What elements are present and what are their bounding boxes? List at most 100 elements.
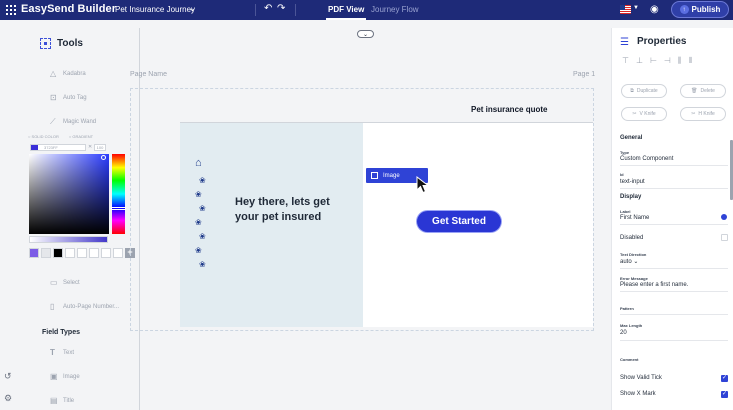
preview-eye-icon[interactable]: ◉ bbox=[650, 4, 659, 15]
show-x-mark-checkbox[interactable]: ✓ bbox=[721, 391, 728, 398]
tool-label: Magic Wand bbox=[63, 119, 97, 125]
color-swatch[interactable] bbox=[29, 248, 39, 258]
page-number-icon: ▯ bbox=[50, 302, 55, 311]
text-direction-select[interactable]: auto ⌄ bbox=[620, 258, 638, 265]
hex-input[interactable]: 3723FF bbox=[30, 144, 86, 151]
color-swatch[interactable] bbox=[113, 248, 123, 258]
color-swatch[interactable] bbox=[65, 248, 75, 258]
align-right-icon[interactable]: ⫴ bbox=[689, 56, 692, 66]
divider bbox=[620, 188, 728, 189]
tab-gradient[interactable]: GRADIENT bbox=[69, 134, 93, 139]
settings-gear-icon[interactable]: ⚙ bbox=[4, 393, 12, 404]
dragged-field-label: Image bbox=[383, 172, 400, 179]
chevron-down-icon[interactable]: ▼ bbox=[633, 5, 639, 11]
undo-icon[interactable]: ↶ bbox=[264, 3, 272, 14]
magic-wand-icon: ⟋ bbox=[50, 117, 56, 126]
tool-magic-wand[interactable]: ⟋ Magic Wand bbox=[50, 118, 96, 126]
collapse-toolbar-button[interactable]: ⌄ bbox=[357, 30, 374, 38]
color-swatch[interactable] bbox=[101, 248, 111, 258]
publish-label: Publish bbox=[691, 5, 721, 14]
copy-icon: ⧉ bbox=[630, 88, 634, 94]
field-type-image[interactable]: ▣ Image bbox=[50, 373, 80, 381]
align-left-icon[interactable]: ⊢ bbox=[650, 56, 657, 66]
button-label: H Knife bbox=[698, 111, 715, 117]
language-flag-icon[interactable] bbox=[620, 5, 631, 14]
tool-select[interactable]: ▭ Select bbox=[50, 279, 80, 287]
hue-slider[interactable] bbox=[112, 154, 125, 234]
hero-heading[interactable]: Hey there, lets get your pet insured bbox=[235, 195, 345, 225]
field-type-title[interactable]: ▤ Title bbox=[50, 397, 74, 405]
divider bbox=[620, 165, 728, 166]
color-swatch[interactable] bbox=[53, 248, 63, 258]
image-icon bbox=[371, 172, 378, 179]
field-type-text[interactable]: T Text bbox=[50, 349, 74, 357]
tool-label: Kadabra bbox=[63, 71, 86, 77]
tool-kadabra[interactable]: △ Kadabra bbox=[50, 70, 86, 78]
show-valid-tick-label: Show Valid Tick bbox=[620, 375, 662, 381]
disabled-checkbox[interactable] bbox=[721, 234, 728, 241]
saturation-value-picker[interactable] bbox=[29, 154, 109, 234]
delete-button[interactable]: 🗑 Delete bbox=[680, 84, 726, 98]
trash-icon: 🗑 bbox=[691, 88, 698, 94]
paw-icon: ❀ bbox=[199, 176, 206, 185]
journey-name[interactable]: Pet Insurance Journey bbox=[115, 5, 195, 14]
redo-icon[interactable]: ↷ bbox=[277, 3, 285, 14]
paw-icon: ❀ bbox=[199, 204, 206, 213]
max-length-input[interactable]: 20 bbox=[620, 330, 627, 336]
align-top-icon[interactable]: ⊤ bbox=[622, 56, 629, 66]
close-icon[interactable]: ✕ bbox=[88, 144, 92, 150]
chevron-down-icon[interactable]: ⌄ bbox=[189, 4, 196, 13]
alpha-input[interactable]: 100 bbox=[94, 144, 106, 151]
type-value: Custom Component bbox=[620, 156, 674, 162]
upload-icon: ↑ bbox=[679, 5, 689, 14]
current-color-swatch bbox=[31, 145, 38, 150]
tab-pdf-view[interactable]: PDF View bbox=[328, 5, 364, 14]
color-swatch[interactable] bbox=[41, 248, 51, 258]
hue-slider-handle[interactable] bbox=[111, 207, 126, 210]
page-name-label[interactable]: Page Name bbox=[130, 71, 167, 78]
tool-auto-tag[interactable]: ⊡ Auto Tag bbox=[50, 94, 87, 102]
text-direction-label: Text Direction bbox=[620, 252, 647, 257]
hero-image-panel[interactable] bbox=[180, 123, 363, 327]
translate-toggle-icon[interactable] bbox=[721, 214, 727, 220]
tools-title: Tools bbox=[57, 38, 83, 49]
pattern-input-line[interactable] bbox=[620, 314, 728, 315]
h-knife-button[interactable]: ✂ H Knife bbox=[680, 107, 726, 121]
alpha-slider[interactable] bbox=[29, 236, 108, 243]
color-picker-handle[interactable] bbox=[101, 155, 106, 160]
button-label: Duplicate bbox=[636, 88, 658, 94]
error-message-label: Error Message bbox=[620, 276, 648, 281]
field-types-title: Field Types bbox=[42, 329, 80, 336]
show-valid-tick-checkbox[interactable]: ✓ bbox=[721, 375, 728, 382]
disabled-label: Disabled bbox=[620, 235, 644, 241]
apps-grid-icon[interactable] bbox=[6, 5, 16, 15]
mouse-cursor-icon bbox=[416, 176, 430, 194]
divider bbox=[255, 4, 256, 16]
tool-auto-page-number[interactable]: ▯ Auto-Page Number... bbox=[50, 303, 119, 311]
tab-solid-color[interactable]: SOLID COLOR bbox=[28, 134, 59, 139]
v-knife-button[interactable]: ✂ V Knife bbox=[621, 107, 667, 121]
id-input[interactable]: text-input bbox=[620, 179, 645, 185]
error-message-input[interactable]: Please enter a first name. bbox=[620, 282, 688, 288]
pdf-title[interactable]: Pet insurance quote bbox=[471, 105, 547, 114]
align-center-icon[interactable]: ⊣ bbox=[664, 56, 671, 66]
tools-icon bbox=[40, 38, 51, 49]
duplicate-button[interactable]: ⧉ Duplicate bbox=[621, 84, 667, 98]
paw-icon: ❀ bbox=[195, 246, 202, 255]
publish-button[interactable]: ↑ Publish bbox=[671, 1, 729, 18]
properties-title: Properties bbox=[637, 36, 687, 47]
align-bottom-icon[interactable]: ⊥ bbox=[636, 56, 643, 66]
show-x-mark-label: Show X Mark bbox=[620, 391, 656, 397]
title-icon: ▤ bbox=[50, 396, 58, 405]
history-icon[interactable]: ↺ bbox=[4, 371, 12, 382]
comment-label: Comment bbox=[620, 357, 639, 362]
divider bbox=[620, 268, 728, 269]
tab-journey-flow[interactable]: Journey Flow bbox=[371, 5, 419, 14]
distribute-icon[interactable]: ⫼ bbox=[678, 56, 682, 66]
color-swatch[interactable] bbox=[89, 248, 99, 258]
get-started-button[interactable]: Get Started bbox=[417, 211, 501, 232]
tool-label: Title bbox=[63, 398, 75, 404]
color-swatch[interactable] bbox=[77, 248, 87, 258]
label-input[interactable]: First Name bbox=[620, 215, 649, 221]
paw-icon: ❀ bbox=[195, 190, 202, 199]
